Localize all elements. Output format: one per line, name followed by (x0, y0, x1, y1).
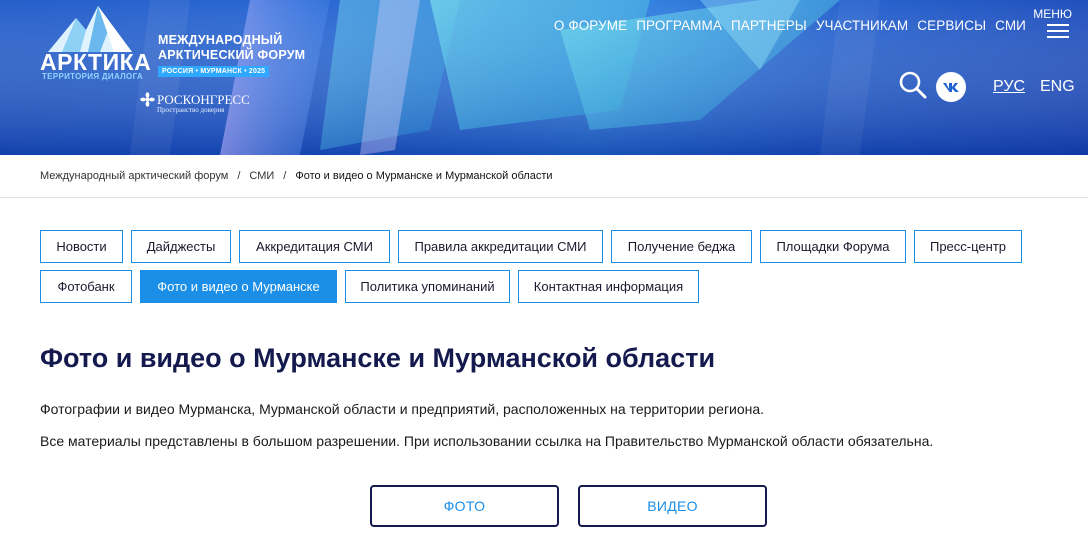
page-title: Фото и видео о Мурманске и Мурманской об… (40, 343, 716, 373)
notice-paragraph: Все материалы представлены в большом раз… (40, 433, 934, 449)
menu-label: МЕНЮ (1033, 7, 1072, 21)
tab-venues[interactable]: Площадки Форума (760, 230, 906, 263)
logo-subtitle: ТЕРРИТОРИЯ ДИАЛОГА (42, 72, 143, 81)
forum-name-line1: МЕЖДУНАРОДНЫЙ (158, 33, 283, 47)
mountain-logo-icon (48, 6, 132, 52)
tab-media-accreditation[interactable]: Аккредитация СМИ (239, 230, 390, 263)
nav-program[interactable]: ПРОГРАММА (636, 18, 722, 33)
nav-participants[interactable]: УЧАСТНИКАМ (816, 18, 908, 33)
language-en[interactable]: ENG (1040, 78, 1075, 96)
top-navigation: О ФОРУМЕ ПРОГРАММА ПАРТНЕРЫ УЧАСТНИКАМ С… (554, 18, 1026, 33)
breadcrumb-separator: / (237, 170, 241, 182)
roscongress-flower-icon (140, 92, 155, 107)
breadcrumb-media[interactable]: СМИ (249, 170, 274, 182)
forum-name-line2: АРКТИЧЕСКИЙ ФОРУМ (158, 48, 306, 62)
menu-button[interactable]: МЕНЮ (1033, 7, 1074, 43)
arktika-logo[interactable]: АРКТИКА ТЕРРИТОРИЯ ДИАЛОГА (40, 4, 151, 84)
video-button[interactable]: ВИДЕО (578, 485, 767, 527)
vk-icon[interactable] (936, 72, 966, 102)
language-ru[interactable]: РУС (993, 78, 1025, 96)
vk-logo-glyph (943, 83, 959, 92)
nav-partners[interactable]: ПАРТНЕРЫ (731, 18, 807, 33)
breadcrumb: Международный арктический форум / СМИ / … (40, 170, 553, 182)
photo-button[interactable]: ФОТО (370, 485, 559, 527)
tab-news[interactable]: Новости (40, 230, 123, 263)
breadcrumb-divider (0, 197, 1088, 198)
tab-accreditation-rules[interactable]: Правила аккредитации СМИ (398, 230, 603, 263)
search-icon[interactable] (898, 70, 928, 100)
nav-about[interactable]: О ФОРУМЕ (554, 18, 627, 33)
tab-badge[interactable]: Получение беджа (611, 230, 752, 263)
tab-contacts[interactable]: Контактная информация (518, 270, 699, 303)
forum-name: МЕЖДУНАРОДНЫЙ АРКТИЧЕСКИЙ ФОРУМ (158, 33, 328, 63)
site-header: АРКТИКА ТЕРРИТОРИЯ ДИАЛОГА МЕЖДУНАРОДНЫЙ… (0, 0, 1088, 155)
organizer-tagline: Пространство доверия (157, 106, 225, 114)
nav-media[interactable]: СМИ (995, 18, 1026, 33)
tab-press-center[interactable]: Пресс-центр (914, 230, 1022, 263)
hamburger-icon (1047, 24, 1069, 26)
breadcrumb-current: Фото и видео о Мурманске и Мурманской об… (295, 170, 553, 182)
intro-paragraph: Фотографии и видео Мурманска, Мурманской… (40, 401, 765, 417)
tab-photobank[interactable]: Фотобанк (40, 270, 132, 303)
forum-location-badge: РОССИЯ • МУРМАНСК • 2025 (158, 66, 270, 77)
tab-murmansk-media[interactable]: Фото и видео о Мурманске (140, 270, 337, 303)
tab-digests[interactable]: Дайджесты (131, 230, 231, 263)
nav-services[interactable]: СЕРВИСЫ (917, 18, 986, 33)
tab-mentions-policy[interactable]: Политика упоминаний (345, 270, 510, 303)
breadcrumb-separator: / (283, 170, 287, 182)
breadcrumb-home[interactable]: Международный арктический форум (40, 170, 228, 182)
